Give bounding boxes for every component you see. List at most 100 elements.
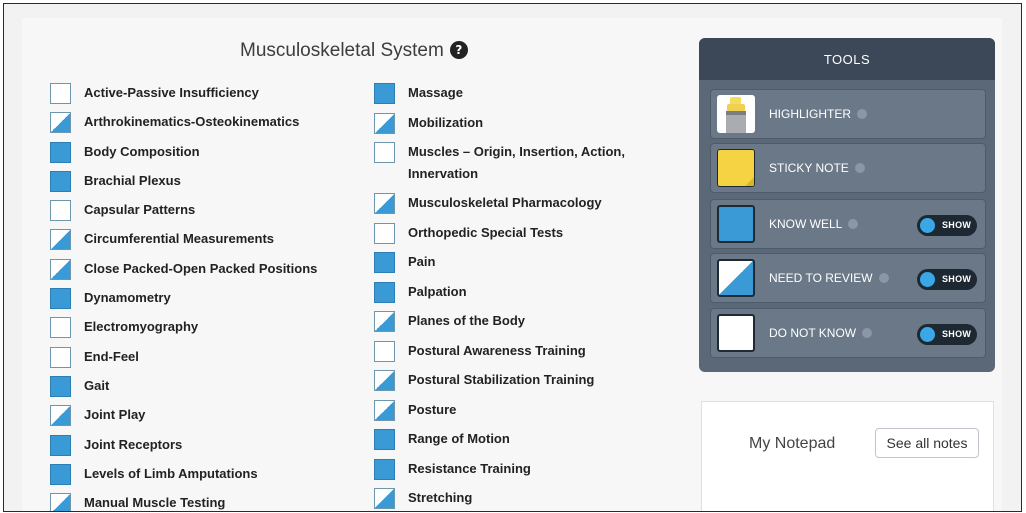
confidence-box[interactable] (374, 222, 395, 244)
topic-label[interactable]: Pain (408, 251, 435, 273)
confidence-box[interactable] (374, 458, 395, 480)
topic-item[interactable]: Brachial Plexus (50, 170, 317, 199)
topic-label[interactable]: Capsular Patterns (84, 199, 195, 221)
topic-label[interactable]: Musculoskeletal Pharmacology (408, 192, 602, 214)
topic-label[interactable]: Manual Muscle Testing (84, 492, 225, 511)
know-well-show-toggle[interactable]: SHOW (917, 215, 977, 236)
confidence-box[interactable] (50, 229, 71, 251)
confidence-box[interactable] (374, 193, 395, 214)
topic-label[interactable]: Postural Stabilization Training (408, 369, 594, 391)
topic-label[interactable]: Levels of Limb Amputations (84, 463, 258, 485)
sticky-note-help-icon[interactable] (854, 163, 865, 173)
topic-label[interactable]: Dynamometry (84, 287, 171, 309)
topic-label[interactable]: Joint Play (84, 404, 145, 426)
topic-label[interactable]: Resistance Training (408, 458, 531, 480)
topic-label[interactable]: Mobilization (408, 112, 483, 134)
topic-label[interactable]: Stretching (408, 487, 472, 509)
topic-item[interactable]: Close Packed-Open Packed Positions (50, 258, 317, 287)
topic-label[interactable]: Brachial Plexus (84, 170, 181, 192)
topic-item[interactable]: Joint Play (50, 404, 317, 433)
topic-item[interactable]: Capsular Patterns (50, 199, 317, 228)
topic-label[interactable]: Massage (408, 82, 463, 104)
highlighter-help-icon[interactable] (857, 109, 868, 119)
topic-label[interactable]: Planes of the Body (408, 310, 525, 332)
confidence-box[interactable] (374, 488, 395, 509)
confidence-box[interactable] (50, 317, 71, 339)
topic-item[interactable]: Massage (374, 82, 658, 112)
do-not-know-show-toggle[interactable]: SHOW (917, 324, 977, 345)
topic-item[interactable]: End-Feel (50, 346, 317, 375)
confidence-box[interactable] (50, 258, 71, 280)
know-well-help-icon[interactable] (848, 219, 859, 229)
topic-item[interactable]: Posture (374, 399, 658, 429)
topic-label[interactable]: Close Packed-Open Packed Positions (84, 258, 317, 280)
topic-item[interactable]: Dynamometry (50, 287, 317, 316)
confidence-box[interactable] (374, 370, 395, 391)
topic-item[interactable]: Musculoskeletal Pharmacology (374, 192, 658, 222)
topic-item[interactable]: Gait (50, 375, 317, 404)
topic-item[interactable]: Palpation (374, 281, 658, 311)
topic-item[interactable]: Planes of the Body (374, 310, 658, 340)
confidence-box[interactable] (374, 399, 395, 421)
confidence-box[interactable] (50, 200, 71, 222)
highlighter-tool[interactable]: HIGHLIGHTER (710, 89, 986, 139)
topic-item[interactable]: Active-Passive Insufficiency (50, 82, 317, 111)
topic-item[interactable]: Postural Awareness Training (374, 340, 658, 370)
confidence-box[interactable] (50, 83, 71, 104)
confidence-box[interactable] (374, 311, 395, 332)
topic-item[interactable]: Arthrokinematics-Osteokinematics (50, 111, 317, 140)
confidence-box[interactable] (50, 346, 71, 368)
confidence-box[interactable] (50, 141, 71, 163)
topic-item[interactable]: Electromyography (50, 316, 317, 345)
topic-item[interactable]: Range of Motion (374, 428, 658, 458)
help-icon[interactable]: ? (449, 41, 468, 59)
topic-label[interactable]: Posture (408, 399, 456, 421)
topic-label[interactable]: Range of Motion (408, 428, 510, 450)
topic-label[interactable]: Circumferential Measurements (84, 228, 274, 250)
topic-label[interactable]: Postural Awareness Training (408, 340, 586, 362)
sticky-note-tool[interactable]: STICKY NOTE (710, 143, 986, 193)
topic-label[interactable]: Orthopedic Special Tests (408, 222, 563, 244)
topic-label[interactable]: End-Feel (84, 346, 139, 368)
topic-label[interactable]: Muscles – Origin, Insertion, Action, Inn… (408, 141, 658, 185)
confidence-box[interactable] (50, 463, 71, 485)
topic-label[interactable]: Palpation (408, 281, 467, 303)
confidence-box[interactable] (374, 142, 395, 163)
need-to-review-show-toggle[interactable]: SHOW (917, 269, 977, 290)
topic-item[interactable]: Body Composition (50, 141, 317, 170)
topic-label[interactable]: Joint Receptors (84, 434, 182, 456)
confidence-box[interactable] (50, 405, 71, 427)
topic-label[interactable]: Body Composition (84, 141, 200, 163)
confidence-box[interactable] (374, 252, 395, 273)
topic-item[interactable]: Resistance Training (374, 458, 658, 488)
see-all-notes-button[interactable]: See all notes (875, 428, 979, 458)
confidence-box[interactable] (50, 170, 71, 192)
topic-item[interactable]: Pain (374, 251, 658, 281)
confidence-box[interactable] (50, 288, 71, 310)
confidence-box[interactable] (374, 281, 395, 303)
topic-item[interactable]: Manual Muscle Testing (50, 492, 317, 511)
confidence-box[interactable] (374, 83, 395, 104)
need-to-review-help-icon[interactable] (878, 273, 889, 283)
confidence-box[interactable] (374, 429, 395, 450)
topic-label[interactable]: Arthrokinematics-Osteokinematics (84, 111, 299, 133)
topic-item[interactable]: Orthopedic Special Tests (374, 222, 658, 252)
topic-label[interactable]: Active-Passive Insufficiency (84, 82, 259, 104)
do-not-know-help-icon[interactable] (862, 328, 873, 338)
topic-item[interactable]: Levels of Limb Amputations (50, 463, 317, 492)
topic-item[interactable]: Stretching (374, 487, 658, 511)
topic-label[interactable]: Electromyography (84, 316, 198, 338)
topic-label[interactable]: Gait (84, 375, 109, 397)
do-not-know-text: DO NOT KNOW (769, 326, 857, 340)
confidence-box[interactable] (374, 340, 395, 362)
confidence-box[interactable] (50, 112, 71, 134)
topic-item[interactable]: Postural Stabilization Training (374, 369, 658, 399)
confidence-box[interactable] (374, 112, 395, 134)
confidence-box[interactable] (50, 493, 71, 511)
confidence-box[interactable] (50, 434, 71, 456)
topic-item[interactable]: Mobilization (374, 112, 658, 142)
topic-item[interactable]: Circumferential Measurements (50, 228, 317, 257)
topic-item[interactable]: Joint Receptors (50, 434, 317, 463)
topic-item[interactable]: Muscles – Origin, Insertion, Action, Inn… (374, 141, 658, 192)
confidence-box[interactable] (50, 375, 71, 397)
